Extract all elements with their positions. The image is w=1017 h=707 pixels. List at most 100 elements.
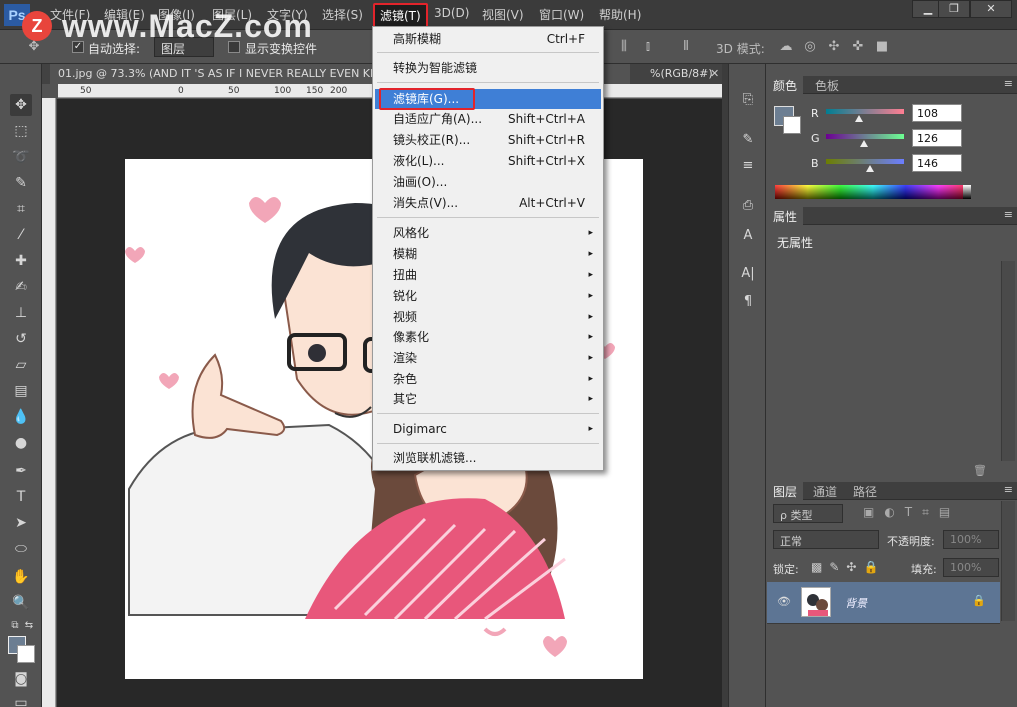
eraser-tool-icon[interactable]: ▱	[10, 354, 32, 376]
menu-filter[interactable]: 滤镜(T)	[373, 3, 428, 28]
type-tool-icon[interactable]: T	[10, 486, 32, 508]
panel-menu-icon[interactable]: ≡	[1004, 483, 1013, 496]
trash-icon[interactable]: 🗑	[973, 464, 987, 477]
scale-3d-icon[interactable]: ■	[874, 39, 890, 55]
menu-help[interactable]: 帮助(H)	[599, 6, 641, 23]
channel-b-slider[interactable]	[826, 159, 904, 164]
menu-file[interactable]: 文件(F)	[50, 6, 90, 23]
paragraph-panel-icon[interactable]: ¶	[738, 292, 758, 312]
auto-align-icon[interactable]: ⫴	[678, 39, 694, 55]
menu-item-video[interactable]: 视频 ▸	[375, 307, 601, 327]
menu-item-blur[interactable]: 模糊 ▸	[375, 244, 601, 264]
distribute-icon[interactable]: ⫼	[616, 39, 632, 55]
brush-tool-icon[interactable]: ✍	[10, 276, 32, 298]
menu-item-sharpen[interactable]: 锐化 ▸	[375, 286, 601, 306]
layer-visibility-eye-icon[interactable]: 👁	[777, 595, 791, 608]
move-tool-icon[interactable]: ✥	[26, 39, 42, 55]
auto-select-checkbox[interactable]: ✓	[72, 41, 84, 53]
drag-3d-icon[interactable]: ✣	[826, 39, 842, 55]
blend-mode-select[interactable]: 正常	[773, 530, 879, 549]
menu-layer[interactable]: 图层(L)	[212, 6, 252, 23]
channel-g-slider[interactable]	[826, 134, 904, 139]
screen-mode-icon[interactable]: ▭	[10, 692, 32, 707]
menu-item-convert-smart-filter[interactable]: 转换为智能滤镜	[375, 58, 601, 78]
menu-image[interactable]: 图像(I)	[158, 6, 195, 23]
fill-input[interactable]: 100%	[943, 558, 999, 577]
menu-edit[interactable]: 编辑(E)	[104, 6, 145, 23]
panel-menu-icon[interactable]: ≡	[1004, 208, 1013, 221]
lock-options-icons[interactable]: ▩✎✣🔒	[811, 560, 885, 574]
properties-scrollbar[interactable]	[1001, 261, 1015, 461]
healing-brush-tool-icon[interactable]: ✚	[10, 250, 32, 272]
menu-window[interactable]: 窗口(W)	[539, 6, 584, 23]
tab-channels[interactable]: 通道	[807, 482, 843, 500]
eyedropper-tool-icon[interactable]: ⁄	[10, 224, 32, 246]
menu-item-oil-paint[interactable]: 油画(O)...	[375, 172, 601, 192]
hand-tool-icon[interactable]: ✋	[10, 566, 32, 588]
auto-select-dropdown[interactable]: 图层	[154, 37, 214, 57]
background-color-swatch[interactable]	[17, 645, 35, 663]
slide-3d-icon[interactable]: ✜	[850, 39, 866, 55]
history-panel-icon[interactable]: ⎘	[738, 90, 758, 110]
menu-item-adaptive-wide-angle[interactable]: 自适应广角(A)... Shift+Ctrl+A	[375, 109, 601, 129]
close-button[interactable]: ✕	[970, 0, 1012, 18]
path-select-tool-icon[interactable]: ➤	[10, 512, 32, 534]
stamp-tool-icon[interactable]: ⊥	[10, 302, 32, 324]
move-tool-icon[interactable]: ✥	[10, 94, 32, 116]
layer-filter-icons[interactable]: ▣◐T⌗▤	[863, 505, 960, 520]
channel-r-knob[interactable]	[854, 115, 863, 122]
menu-item-gaussian-blur[interactable]: 高斯模糊 Ctrl+F	[375, 29, 601, 49]
pen-tool-icon[interactable]: ✒	[10, 460, 32, 482]
crop-tool-icon[interactable]: ⌗	[10, 198, 32, 220]
document-tab-close-icon[interactable]: ✕	[710, 67, 719, 80]
tab-properties[interactable]: 属性	[767, 207, 804, 225]
tab-swatches[interactable]: 色板	[809, 76, 845, 94]
menu-view[interactable]: 视图(V)	[482, 6, 524, 23]
panel-menu-icon[interactable]: ≡	[1004, 77, 1013, 90]
menu-item-browse-online-filters[interactable]: 浏览联机滤镜...	[375, 448, 601, 468]
menu-item-other[interactable]: 其它 ▸	[375, 389, 601, 409]
menu-item-stylize[interactable]: 风格化 ▸	[375, 223, 601, 243]
channel-g-knob[interactable]	[860, 140, 869, 147]
distribute-h-icon[interactable]: ⫾	[640, 39, 656, 55]
character-panel-icon[interactable]: A|	[738, 264, 758, 284]
clone-source-icon[interactable]: ⎙	[738, 196, 758, 216]
menu-item-liquify[interactable]: 液化(L)... Shift+Ctrl+X	[375, 151, 601, 171]
history-brush-tool-icon[interactable]: ↺	[10, 328, 32, 350]
orbit-3d-icon[interactable]: ☁	[778, 39, 794, 55]
menu-item-noise[interactable]: 杂色 ▸	[375, 369, 601, 389]
swap-colors-icon[interactable]: ⇆	[18, 615, 40, 637]
show-transform-checkbox[interactable]	[228, 41, 240, 53]
menu-item-distort[interactable]: 扭曲 ▸	[375, 265, 601, 285]
blur-tool-icon[interactable]: 💧	[10, 406, 32, 428]
menu-type[interactable]: 文字(Y)	[267, 6, 308, 23]
brush-panel-icon[interactable]: ✎	[738, 130, 758, 150]
lasso-tool-icon[interactable]: ➰	[10, 146, 32, 168]
gradient-tool-icon[interactable]: ▤	[10, 380, 32, 402]
roll-3d-icon[interactable]: ◎	[802, 39, 818, 55]
layers-scrollbar[interactable]	[1001, 501, 1015, 621]
layer-name[interactable]: 背景	[845, 595, 867, 611]
brush-presets-icon[interactable]: ≡	[738, 156, 758, 176]
ellipse-tool-icon[interactable]: ⬭	[10, 538, 32, 560]
menu-item-render[interactable]: 渲染 ▸	[375, 348, 601, 368]
marquee-tool-icon[interactable]: ⬚	[10, 120, 32, 142]
menu-item-pixelate[interactable]: 像素化 ▸	[375, 327, 601, 347]
color-bg-swatch[interactable]	[783, 116, 801, 134]
character-styles-icon[interactable]: A	[738, 226, 758, 246]
quick-mask-icon[interactable]: ◙	[10, 668, 32, 690]
color-spectrum-bar[interactable]	[775, 185, 971, 199]
menu-item-vanishing-point[interactable]: 消失点(V)... Alt+Ctrl+V	[375, 193, 601, 213]
quick-select-tool-icon[interactable]: ✎	[10, 172, 32, 194]
opacity-input[interactable]: 100%	[943, 530, 999, 549]
layer-row-background[interactable]: 👁 背景 🔒	[767, 582, 1000, 624]
menu-select[interactable]: 选择(S)	[322, 6, 363, 23]
channel-r-value[interactable]: 108	[912, 104, 962, 122]
channel-b-value[interactable]: 146	[912, 154, 962, 172]
menu-item-digimarc[interactable]: Digimarc ▸	[375, 419, 601, 439]
dodge-tool-icon[interactable]: ●	[10, 432, 32, 454]
tab-color[interactable]: 颜色	[767, 76, 804, 94]
layer-filter-kind-select[interactable]: ρ 类型	[773, 504, 843, 523]
channel-r-slider[interactable]	[826, 109, 904, 114]
menu-item-lens-correction[interactable]: 镜头校正(R)... Shift+Ctrl+R	[375, 130, 601, 150]
